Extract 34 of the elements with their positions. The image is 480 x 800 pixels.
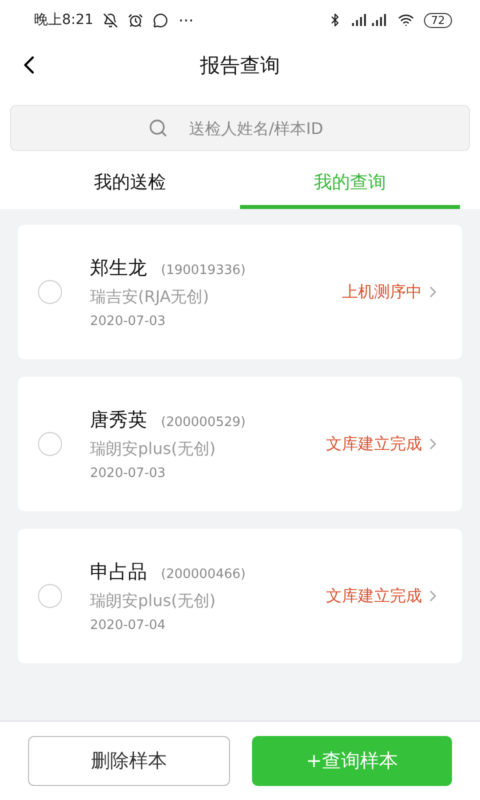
search-icon bbox=[148, 118, 168, 138]
patient-name: 申占品 bbox=[90, 560, 147, 585]
radio-button[interactable] bbox=[38, 280, 62, 304]
radio-button[interactable] bbox=[38, 584, 62, 608]
sample-id: (190019336) bbox=[161, 263, 246, 278]
product-name: 瑞吉安(RJA无创) bbox=[90, 287, 210, 308]
signal-icon bbox=[352, 14, 388, 26]
more-indicator: ··· bbox=[178, 10, 194, 30]
sample-card[interactable]: 唐秀英 (200000529) 瑞朗安plus(无创) 2020-07-03 文库建立完成 bbox=[18, 377, 462, 511]
sample-id: (200000466) bbox=[161, 567, 246, 582]
radio-button[interactable] bbox=[38, 432, 62, 456]
battery-level: 72 bbox=[424, 12, 452, 28]
alarm-clock-icon bbox=[128, 12, 144, 28]
sample-date: 2020-07-04 bbox=[90, 618, 167, 633]
wifi-icon bbox=[398, 12, 414, 28]
status-link[interactable]: 文库建立完成 bbox=[326, 434, 442, 454]
status-time: 晚上8:21 bbox=[34, 11, 94, 29]
product-name: 瑞朗安plus(无创) bbox=[90, 591, 217, 612]
sample-date: 2020-07-03 bbox=[90, 314, 167, 329]
sample-card[interactable]: 郑生龙 (190019336) 瑞吉安(RJA无创) 2020-07-03 上机测序中 bbox=[18, 225, 462, 359]
chat-icon bbox=[153, 12, 168, 28]
tab[interactable]: 我的送检 bbox=[20, 159, 240, 209]
bell-off-icon bbox=[103, 12, 118, 28]
patient-name: 郑生龙 bbox=[90, 256, 147, 281]
status-link[interactable]: 文库建立完成 bbox=[326, 586, 442, 606]
page-title: 报告查询 bbox=[200, 52, 280, 78]
patient-name: 唐秀英 bbox=[90, 408, 147, 433]
product-name: 瑞朗安plus(无创) bbox=[90, 439, 217, 460]
sample-card[interactable]: 申占品 (200000466) 瑞朗安plus(无创) 2020-07-04 文库建立完成 bbox=[18, 529, 462, 663]
sample-id: (200000529) bbox=[161, 415, 246, 430]
delete-button[interactable]: 删除样本 bbox=[28, 736, 230, 786]
sample-date: 2020-07-03 bbox=[90, 466, 167, 481]
search-field[interactable]: 送检人姓名/样本ID bbox=[10, 105, 470, 151]
status-link[interactable]: 上机测序中 bbox=[342, 282, 442, 302]
